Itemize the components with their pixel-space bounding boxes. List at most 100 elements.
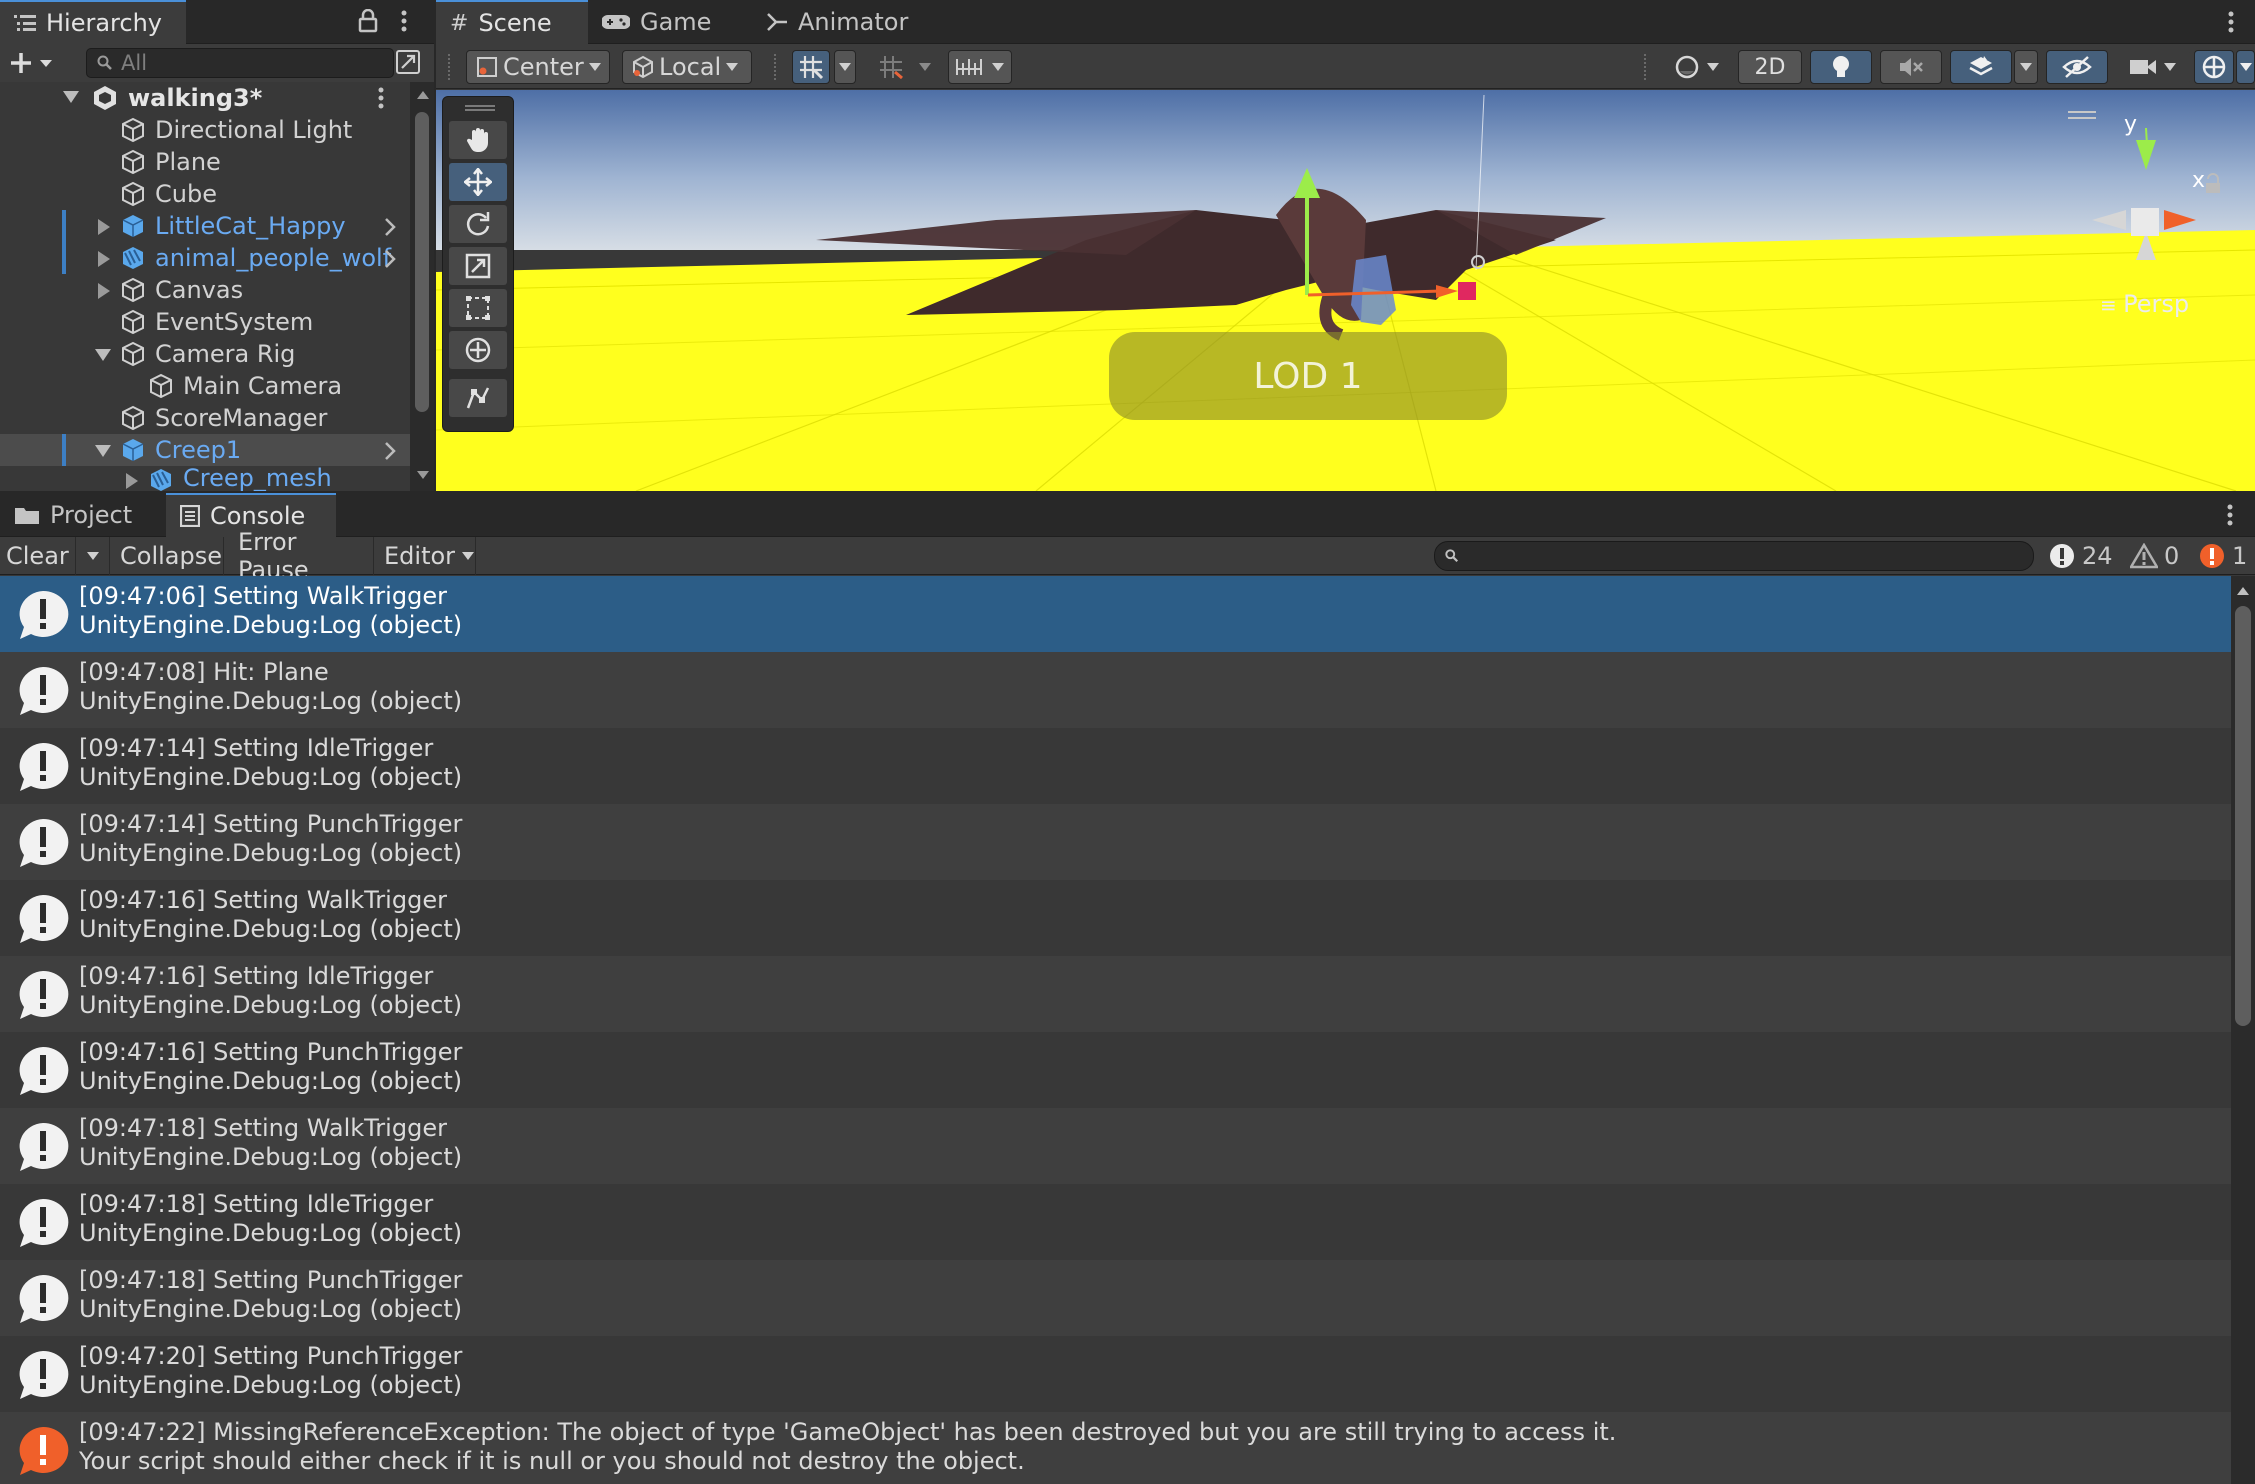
hierarchy-item-label: Plane (155, 148, 221, 176)
move-tool-button[interactable] (449, 163, 507, 201)
gizmo-globe-icon (2201, 54, 2227, 80)
space-dropdown[interactable]: Local (622, 50, 752, 84)
scene-options-icon[interactable] (377, 87, 385, 109)
rect-tool-button[interactable] (449, 289, 507, 327)
chevron-down-icon (725, 62, 739, 72)
ruler-toggle[interactable] (948, 50, 1012, 84)
tab-scene[interactable]: # Scene (436, 0, 588, 44)
error-count-toggle[interactable]: 1 (2198, 537, 2247, 575)
camera-settings-dropdown[interactable] (2116, 50, 2190, 84)
log-entry[interactable]: [09:47:16] Setting PunchTrigger UnityEng… (0, 1032, 2231, 1108)
log-entry[interactable]: [09:47:08] Hit: Plane UnityEngine.Debug:… (0, 652, 2231, 728)
tab-hierarchy-label: Hierarchy (46, 9, 163, 37)
clear-options-dropdown[interactable] (76, 537, 110, 575)
hierarchy-item[interactable]: Main Camera (0, 370, 410, 402)
clear-button[interactable]: Clear (0, 537, 76, 575)
increment-snap-toggle[interactable] (872, 50, 910, 84)
log-entry[interactable]: [09:47:18] Setting WalkTrigger UnityEngi… (0, 1108, 2231, 1184)
collapse-toggle[interactable]: Collapse (114, 537, 224, 575)
hierarchy-item-label: animal_people_wolf (155, 244, 392, 272)
editor-target-dropdown[interactable]: Editor (378, 537, 476, 575)
transform-tool-button[interactable] (449, 331, 507, 369)
2d-toggle[interactable]: 2D (1738, 50, 1802, 84)
expand-arrow-icon[interactable] (97, 250, 111, 268)
tab-project[interactable]: Project (0, 493, 166, 537)
grid-snap-toggle[interactable] (792, 50, 830, 84)
lock-icon[interactable] (358, 9, 378, 33)
hand-tool-button[interactable] (449, 121, 507, 159)
hierarchy-item[interactable]: Canvas (0, 274, 410, 306)
kebab-menu-icon[interactable] (2227, 10, 2235, 34)
scroll-up-icon[interactable] (2236, 586, 2250, 596)
scene-viewport[interactable]: y x ≡ Persp LOD 1 (436, 90, 2255, 491)
error-pause-toggle[interactable]: Error Pause (232, 528, 374, 584)
effects-dropdown[interactable] (2014, 50, 2038, 84)
expand-arrow-icon[interactable] (125, 472, 139, 490)
override-bar (62, 210, 66, 242)
log-entry[interactable]: [09:47:18] Setting IdleTrigger UnityEngi… (0, 1184, 2231, 1260)
create-dropdown-button[interactable] (10, 51, 54, 75)
custom-tool-button[interactable] (449, 379, 507, 417)
console-search-input[interactable] (1434, 541, 2034, 571)
log-entry[interactable]: [09:47:16] Setting WalkTrigger UnityEngi… (0, 880, 2231, 956)
gizmos-toggle[interactable] (2194, 50, 2234, 84)
projection-text: Persp (2123, 290, 2190, 318)
hidden-objects-toggle[interactable] (2046, 50, 2108, 84)
expand-arrow-icon[interactable] (94, 348, 112, 362)
hierarchy-item[interactable]: Cube (0, 178, 410, 210)
expand-arrow-icon[interactable] (97, 282, 111, 300)
tab-hierarchy[interactable]: Hierarchy (0, 0, 186, 44)
log-entry[interactable]: [09:47:16] Setting IdleTrigger UnityEngi… (0, 956, 2231, 1032)
log-entry[interactable]: [09:47:06] Setting WalkTrigger UnityEngi… (0, 576, 2231, 652)
hierarchy-search-input[interactable]: All (86, 48, 394, 78)
scene-root-row[interactable]: walking3* (0, 82, 410, 114)
console-scroll-thumb[interactable] (2235, 606, 2251, 1026)
hierarchy-item-prefab[interactable]: LittleCat_Happy (0, 210, 410, 242)
kebab-menu-icon[interactable] (2226, 503, 2234, 527)
log-entry-error[interactable]: [09:47:22] MissingReferenceException: Th… (0, 1412, 2231, 1484)
log-stacktrace: UnityEngine.Debug:Log (object) (79, 687, 463, 715)
log-message: [09:47:16] Setting IdleTrigger (79, 962, 434, 990)
scale-tool-button[interactable] (449, 247, 507, 285)
pivot-dropdown[interactable]: Center (466, 50, 610, 84)
expand-arrow-icon[interactable] (94, 444, 112, 458)
log-entry[interactable]: [09:47:14] Setting IdleTrigger UnityEngi… (0, 728, 2231, 804)
tab-animator[interactable]: Animator (752, 0, 922, 44)
log-entry[interactable]: [09:47:18] Setting PunchTrigger UnityEng… (0, 1260, 2231, 1336)
log-entry[interactable]: [09:47:20] Setting PunchTrigger UnityEng… (0, 1336, 2231, 1412)
gizmos-dropdown[interactable] (2236, 50, 2255, 84)
hierarchy-item[interactable]: Directional Light (0, 114, 410, 146)
effects-toggle[interactable] (1950, 50, 2012, 84)
draw-mode-dropdown[interactable] (1660, 50, 1734, 84)
audio-toggle[interactable] (1880, 50, 1942, 84)
hierarchy-item[interactable]: EventSystem (0, 306, 410, 338)
projection-label[interactable]: ≡ Persp (2100, 290, 2189, 318)
hierarchy-item[interactable]: Camera Rig (0, 338, 410, 370)
hierarchy-item-prefab[interactable]: Creep1 (0, 434, 410, 466)
scene-visibility-icon[interactable] (396, 50, 420, 74)
expand-arrow-icon[interactable] (62, 90, 80, 104)
open-prefab-arrow-icon[interactable] (384, 218, 396, 236)
kebab-menu-icon[interactable] (400, 9, 408, 33)
console-scrollbar[interactable] (2231, 576, 2255, 1484)
tab-game[interactable]: Game (588, 0, 738, 44)
hierarchy-item[interactable]: Plane (0, 146, 410, 178)
expand-arrow-icon[interactable] (97, 218, 111, 236)
hierarchy-item-prefab[interactable]: Creep_mesh (0, 466, 410, 491)
tab-console-label: Console (210, 502, 306, 530)
open-prefab-arrow-icon[interactable] (384, 250, 396, 268)
rotate-tool-button[interactable] (449, 205, 507, 243)
hierarchy-scroll-thumb[interactable] (415, 112, 429, 412)
open-prefab-arrow-icon[interactable] (384, 442, 396, 460)
log-count-toggle[interactable]: 24 (2048, 537, 2113, 575)
log-entry[interactable]: [09:47:14] Setting PunchTrigger UnityEng… (0, 804, 2231, 880)
lighting-toggle[interactable] (1810, 50, 1872, 84)
hierarchy-item[interactable]: ScoreManager (0, 402, 410, 434)
grid-snap-dropdown[interactable] (834, 50, 856, 84)
increment-snap-dropdown[interactable] (914, 50, 936, 84)
scroll-down-icon[interactable] (416, 470, 430, 480)
scroll-up-icon[interactable] (416, 90, 430, 100)
warning-count-toggle[interactable]: 0 (2130, 537, 2179, 575)
hierarchy-scrollbar[interactable] (410, 82, 434, 491)
hierarchy-item-prefab[interactable]: animal_people_wolf (0, 242, 410, 274)
